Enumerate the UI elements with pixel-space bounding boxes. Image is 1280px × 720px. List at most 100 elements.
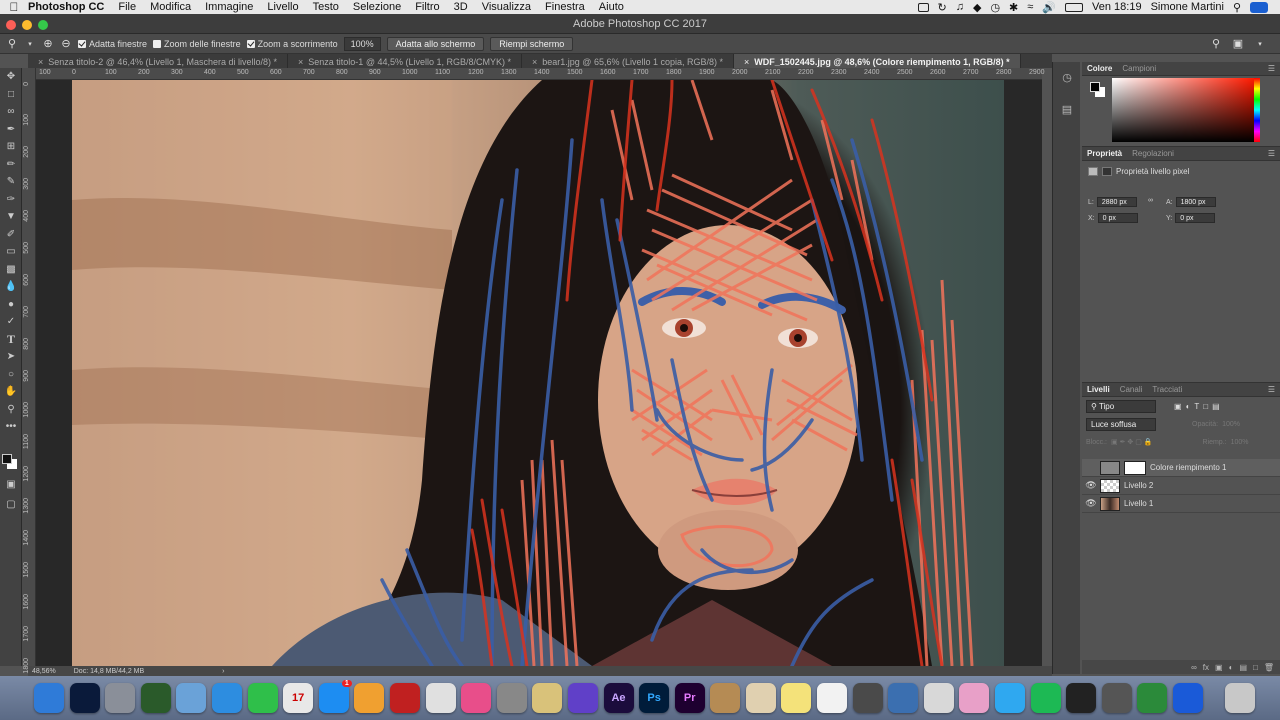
close-tab-icon[interactable]: × [532, 57, 537, 67]
menu-testo[interactable]: Testo [313, 1, 339, 13]
dock-chrome-icon[interactable] [425, 683, 456, 713]
tab-regolazioni[interactable]: Regolazioni [1127, 149, 1179, 158]
ruler-left[interactable]: 0 100 200 300 400 500 600 700 800 900 1000 1100 1200… [22, 68, 36, 674]
tab-senza-titolo-1[interactable]: × Senza titolo-1 @ 44,5% (Livello 1, RGB/… [288, 54, 523, 68]
trash-icon[interactable]: 🗑 [1264, 663, 1274, 672]
zoom-all-windows-checkbox[interactable]: Zoom delle finestre [153, 39, 241, 49]
hand-tool-icon[interactable]: ✋ [0, 383, 22, 401]
new-layer-icon[interactable]: □ [1253, 663, 1258, 672]
volume-icon[interactable]: 🔊 [1042, 1, 1056, 14]
eye-icon[interactable]: 👁 [1082, 498, 1100, 509]
panel-menu-icon[interactable]: ☰ [1263, 64, 1280, 73]
menu-visualizza[interactable]: Visualizza [482, 1, 531, 13]
dropbox-icon[interactable]: ◆ [973, 1, 981, 14]
apple-icon[interactable]:  [0, 0, 28, 14]
tab-tracciati[interactable]: Tracciati [1147, 385, 1187, 394]
dock-siri-icon[interactable] [69, 683, 100, 713]
workspace-icon[interactable]: ▣ [1232, 38, 1244, 50]
dock-system-prefs-icon[interactable] [496, 683, 527, 713]
menu-immagine[interactable]: Immagine [205, 1, 253, 13]
spotlight-icon[interactable]: ⚲ [1233, 1, 1241, 14]
dock-stickies-icon[interactable] [532, 683, 563, 713]
close-window-icon[interactable] [6, 20, 16, 30]
dock-screen-icon[interactable] [1101, 683, 1132, 713]
height-field[interactable]: A: 1800 px [1166, 197, 1216, 207]
filter-adjust-icon[interactable]: ◐ [1186, 402, 1191, 411]
menu-livello[interactable]: Livello [267, 1, 298, 13]
menu-file[interactable]: File [118, 1, 136, 13]
history-panel-icon[interactable]: ◷ [1053, 66, 1081, 88]
layer-name[interactable]: Colore riempimento 1 [1150, 463, 1226, 472]
dock-clock-icon[interactable] [1066, 683, 1097, 713]
menu-modifica[interactable]: Modifica [150, 1, 191, 13]
dock-facetime-icon[interactable] [247, 683, 278, 713]
dock-evernote-icon[interactable] [1137, 683, 1168, 713]
path-select-tool-icon[interactable]: ➤ [0, 348, 22, 366]
dock-image-capture-icon[interactable] [888, 683, 919, 713]
dock-photos-icon[interactable] [959, 683, 990, 713]
status-chevron-icon[interactable]: › [222, 668, 224, 675]
workspace-chevron-icon[interactable]: ▾ [1254, 38, 1266, 50]
eraser-tool-icon[interactable]: ▭ [0, 243, 22, 261]
lasso-tool-icon[interactable]: ∞ [0, 103, 22, 121]
fit-screen-button[interactable]: Adatta allo schermo [386, 36, 485, 51]
dock-preview-icon[interactable] [176, 683, 207, 713]
width-field[interactable]: L: 2880 px [1088, 197, 1137, 207]
wifi-icon[interactable]: ≈ [1027, 1, 1033, 13]
dock-spotify-icon[interactable] [1030, 683, 1061, 713]
layer-row-livello-2[interactable]: 👁 Livello 2 [1082, 477, 1280, 495]
canvas-area[interactable] [36, 80, 1042, 666]
dock-finder-icon[interactable] [34, 683, 64, 713]
crop-tool-icon[interactable]: ⊞ [0, 138, 22, 156]
properties-panel-icon[interactable]: ▤ [1053, 98, 1081, 120]
dock-ibooks-icon[interactable] [354, 683, 385, 713]
dock-photoshop-icon[interactable]: Ps [639, 683, 670, 713]
layer-name[interactable]: Livello 2 [1124, 481, 1153, 490]
filter-type-icon[interactable]: T [1194, 402, 1199, 411]
sync-icon[interactable]: ↻ [938, 1, 947, 14]
dock-messages-icon[interactable] [995, 683, 1026, 713]
clock-icon[interactable]: ◷ [990, 1, 1000, 14]
fx-icon[interactable]: fx [1203, 663, 1209, 672]
dock-activity-icon[interactable] [140, 683, 171, 713]
link-layers-icon[interactable]: ∞ [1191, 663, 1197, 672]
zoom-value-field[interactable]: 100% [343, 36, 381, 51]
scrubby-zoom-checkbox[interactable]: Zoom a scorrimento [246, 39, 338, 49]
opacity-value[interactable]: 100% [1222, 421, 1240, 428]
clock-text[interactable]: Ven 18:19 [1092, 1, 1142, 13]
close-tab-icon[interactable]: × [744, 57, 749, 67]
dock-terminal-icon[interactable] [852, 683, 883, 713]
dock-launchpad-icon[interactable] [105, 683, 136, 713]
eye-icon[interactable]: 👁 [1082, 480, 1100, 491]
tab-proprieta[interactable]: Proprietà [1082, 149, 1127, 158]
minimize-window-icon[interactable] [22, 20, 32, 30]
dock-adobe-cc-icon[interactable] [1173, 683, 1203, 713]
screen-icon[interactable] [917, 2, 929, 12]
dodge-tool-icon[interactable]: ● [0, 296, 22, 314]
tool-preset-chevron-icon[interactable]: ▾ [24, 38, 36, 50]
dock-itunes-icon[interactable] [461, 683, 492, 713]
marquee-tool-icon[interactable]: □ [0, 86, 22, 104]
shape-tool-icon[interactable]: ○ [0, 366, 22, 384]
search-icon[interactable]: ⚲ [1210, 38, 1222, 50]
dock-trash-icon[interactable] [1224, 683, 1255, 713]
layer-row-livello-1[interactable]: 👁 Livello 1 [1082, 495, 1280, 513]
fill-screen-button[interactable]: Riempi schermo [490, 36, 574, 51]
fit-windows-checkbox[interactable]: Adatta finestre [78, 39, 147, 49]
dock-after-effects-icon[interactable]: Ae [603, 683, 634, 713]
document-photo[interactable] [72, 80, 1004, 666]
bluetooth-icon[interactable]: ✱ [1009, 1, 1018, 14]
adjustment-layer-icon[interactable]: ◐ [1229, 663, 1234, 672]
dock-calendar-icon[interactable]: 17 [283, 683, 314, 713]
dock-contacts-icon[interactable] [710, 683, 741, 713]
zoom-out-icon[interactable]: ⊖ [60, 38, 72, 50]
zoom-in-icon[interactable]: ⊕ [42, 38, 54, 50]
screen-mode-icon[interactable]: ▢ [0, 496, 22, 514]
menu-filtro[interactable]: Filtro [415, 1, 439, 13]
dock-safari-icon[interactable] [211, 683, 242, 713]
tab-colore[interactable]: Colore [1082, 64, 1117, 73]
eyedropper-tool-icon[interactable]: ✏ [0, 156, 22, 174]
layer-name[interactable]: Livello 1 [1124, 499, 1153, 508]
tab-campioni[interactable]: Campioni [1117, 64, 1161, 73]
pen-tool-icon[interactable]: ✓ [0, 313, 22, 331]
